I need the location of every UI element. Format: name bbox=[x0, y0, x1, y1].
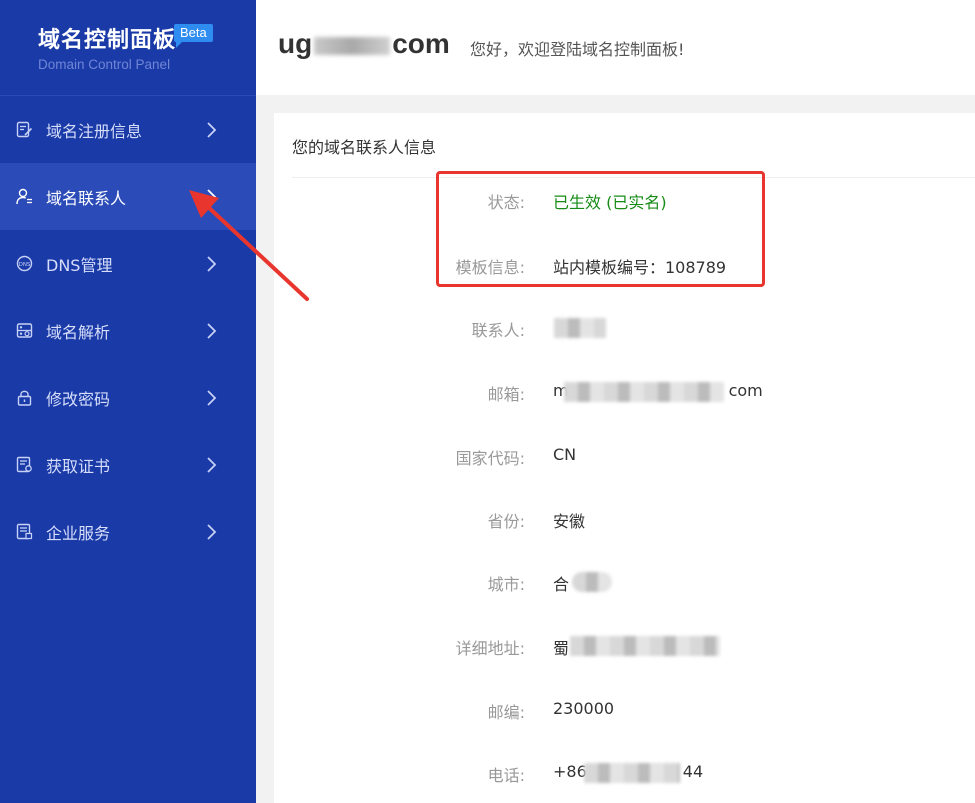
field-label: 邮编: bbox=[487, 703, 525, 722]
phone-prefix: +86 bbox=[553, 762, 587, 781]
brand-subtitle: Domain Control Panel bbox=[38, 57, 171, 72]
user-list-icon bbox=[16, 188, 32, 205]
field-label: 省份: bbox=[487, 512, 525, 531]
edit-document-icon bbox=[16, 121, 33, 138]
province-value: 安徽 bbox=[553, 512, 586, 531]
redacted-blur bbox=[570, 636, 720, 656]
redacted-blur bbox=[572, 572, 612, 592]
city-value: 合 bbox=[553, 575, 570, 594]
sidebar-item-certificate[interactable]: 获取证书 bbox=[0, 431, 256, 498]
header: ug com 您好，欢迎登陆域名控制面板! bbox=[256, 0, 975, 95]
phone-suffix: 44 bbox=[682, 762, 704, 781]
sidebar-item-enterprise[interactable]: 企业服务 bbox=[0, 498, 256, 565]
sidebar-item-label: 域名解析 bbox=[46, 323, 111, 342]
field-country-code: 国家代码: CN bbox=[274, 445, 975, 475]
sidebar-item-label: 域名联系人 bbox=[46, 189, 127, 208]
field-address: 详细地址: 蜀 bbox=[274, 635, 975, 665]
field-label: 邮箱: bbox=[487, 385, 525, 404]
highlight-box bbox=[436, 171, 765, 287]
field-phone: 电话: +86 44 bbox=[274, 762, 975, 792]
sidebar: 域名控制面板 Beta Domain Control Panel 域名注册信息 bbox=[0, 0, 256, 803]
postcode-value: 230000 bbox=[553, 699, 615, 718]
field-province: 省份: 安徽 bbox=[274, 508, 975, 538]
arrow-annotation-icon bbox=[189, 190, 309, 301]
card-title: 您的域名联系人信息 bbox=[292, 138, 437, 157]
beta-badge: Beta bbox=[174, 24, 213, 48]
redacted-blur bbox=[314, 36, 391, 55]
brand: 域名控制面板 Beta Domain Control Panel bbox=[0, 0, 256, 96]
field-label: 联系人: bbox=[471, 321, 525, 340]
field-label: 详细地址: bbox=[455, 639, 525, 658]
sidebar-item-label: 获取证书 bbox=[46, 457, 111, 476]
sidebar-item-registration-info[interactable]: 域名注册信息 bbox=[0, 96, 256, 163]
redacted-blur bbox=[584, 763, 680, 783]
svg-text:DNS: DNS bbox=[19, 262, 31, 268]
address-value: 蜀 bbox=[553, 639, 570, 658]
sidebar-item-resolution[interactable]: 域名解析 bbox=[0, 297, 256, 364]
field-label: 电话: bbox=[487, 766, 525, 785]
field-label: 国家代码: bbox=[455, 449, 525, 468]
sidebar-nav: 域名注册信息 域名联系人 DNS DNS管理 域名解析 修改密码 获取证书 企业… bbox=[0, 96, 256, 565]
chevron-right-icon bbox=[207, 122, 217, 138]
field-label: 城市: bbox=[487, 575, 525, 594]
enterprise-document-icon bbox=[16, 523, 33, 540]
sidebar-item-label: DNS管理 bbox=[46, 256, 113, 275]
domain-title: ug com bbox=[278, 28, 450, 60]
redacted-blur bbox=[564, 382, 724, 402]
dns-globe-icon: DNS bbox=[16, 255, 33, 272]
domain-suffix: com bbox=[392, 28, 450, 59]
sidebar-item-label: 修改密码 bbox=[46, 390, 111, 409]
chevron-right-icon bbox=[207, 390, 217, 406]
chevron-right-icon bbox=[207, 457, 217, 473]
server-icon bbox=[16, 323, 33, 338]
field-city: 城市: 合 bbox=[274, 571, 975, 601]
redacted-blur bbox=[554, 318, 606, 338]
country-code-value: CN bbox=[553, 445, 577, 464]
sidebar-item-change-password[interactable]: 修改密码 bbox=[0, 364, 256, 431]
field-email: 邮箱: m com bbox=[274, 381, 975, 411]
field-contact-person: 联系人: bbox=[274, 317, 975, 347]
email-suffix: com bbox=[728, 381, 763, 400]
chevron-right-icon bbox=[207, 323, 217, 339]
sidebar-item-label: 企业服务 bbox=[46, 524, 111, 543]
field-postcode: 邮编: 230000 bbox=[274, 699, 975, 729]
lock-icon bbox=[17, 390, 32, 406]
certificate-icon bbox=[16, 456, 32, 473]
chevron-right-icon bbox=[207, 524, 217, 540]
domain-prefix: ug bbox=[278, 28, 313, 59]
welcome-message: 您好，欢迎登陆域名控制面板! bbox=[470, 40, 685, 59]
sidebar-item-label: 域名注册信息 bbox=[46, 122, 143, 141]
brand-title: 域名控制面板 bbox=[38, 28, 177, 53]
